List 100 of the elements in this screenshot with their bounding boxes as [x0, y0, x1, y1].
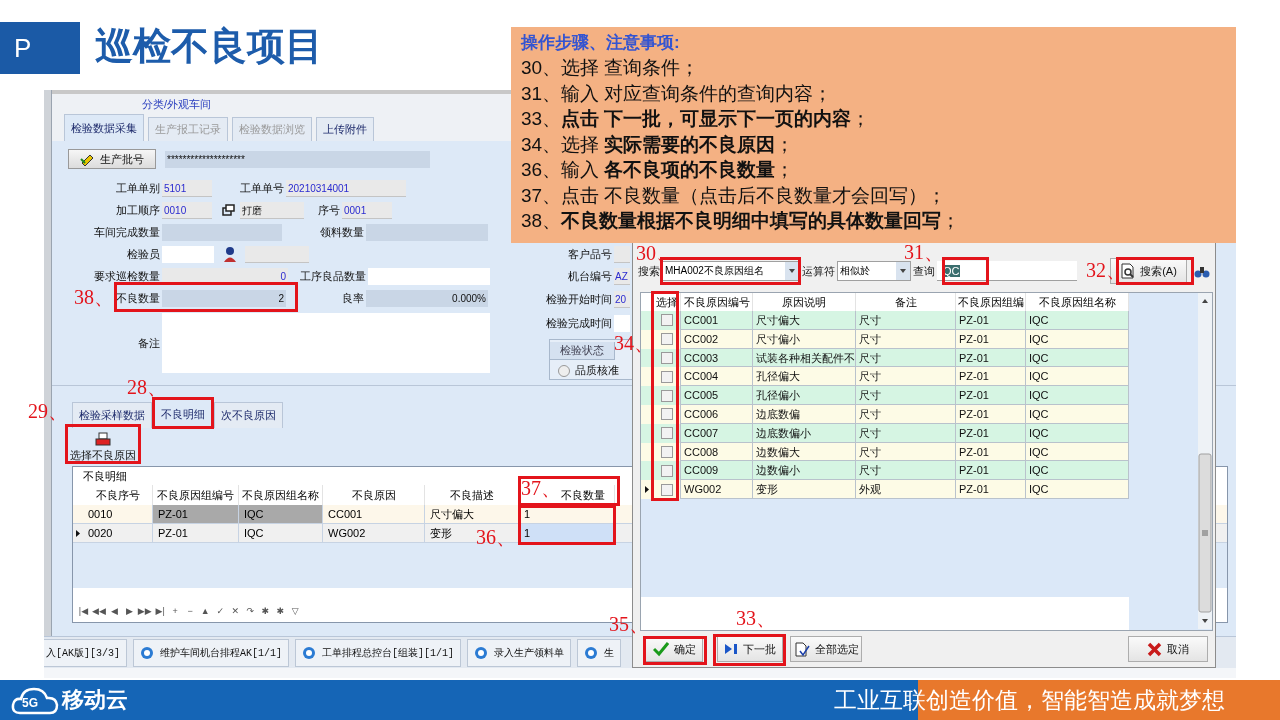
- logo-label: 5G: [22, 696, 38, 710]
- checkbox[interactable]: [660, 370, 673, 383]
- input-field[interactable]: 20210314001: [286, 179, 406, 197]
- input-field[interactable]: [368, 267, 490, 285]
- checkbox[interactable]: [660, 483, 673, 496]
- taskbar-button[interactable]: 生: [577, 638, 622, 667]
- navigator-button[interactable]: ↷: [243, 606, 257, 616]
- radio-button[interactable]: [558, 364, 570, 377]
- printer-icon: [95, 431, 111, 446]
- table-cell: IQC: [1026, 423, 1129, 443]
- highlight-frame: [942, 257, 989, 285]
- field-label: 检验开始时间: [546, 291, 612, 307]
- table-cell: 1: [519, 505, 615, 523]
- tab[interactable]: 上传附件: [316, 117, 374, 141]
- navigator-button[interactable]: +: [168, 606, 182, 616]
- input-field[interactable]: 2: [162, 289, 286, 307]
- note-line: 38、不良数量根据不良明细中填写的具体数量回写；: [521, 209, 962, 233]
- table-cell: PZ-01: [956, 480, 1026, 499]
- taskbar-button[interactable]: 维护车间机台排程AK[1/1]: [133, 638, 290, 667]
- navigator-button[interactable]: |◀: [77, 606, 90, 616]
- grid-caption: 不良明细: [82, 469, 127, 484]
- navigator-button[interactable]: ◀◀: [92, 606, 106, 616]
- navigator-button[interactable]: −: [183, 606, 197, 616]
- table-cell: CC001: [323, 505, 425, 523]
- table-cell: 边底数偏小: [753, 423, 856, 443]
- table-cell: PZ-01: [153, 505, 239, 523]
- table-cell: CC002: [681, 329, 753, 349]
- field-label: 检验员: [127, 246, 160, 262]
- field-label: 序号: [318, 202, 340, 218]
- table-cell: PZ-01: [956, 386, 1026, 405]
- checkbox[interactable]: [660, 352, 673, 364]
- checkbox[interactable]: [660, 333, 673, 346]
- window-icon[interactable]: [222, 204, 236, 216]
- taskbar-button[interactable]: 工单排程总控台[组装][1/1]: [295, 638, 462, 667]
- search-column-dropdown[interactable]: MHA002不良原因组名: [662, 261, 800, 281]
- input-field[interactable]: AZ: [614, 267, 630, 285]
- navigator-button[interactable]: ◀: [107, 606, 121, 616]
- table-cell: CC001: [681, 311, 753, 330]
- tab[interactable]: 检验数据采集: [64, 114, 144, 141]
- field-label: 车间完成数量: [94, 224, 160, 240]
- batch-number-button[interactable]: 生产批号: [68, 149, 156, 169]
- checkbox[interactable]: [660, 445, 673, 458]
- taskbar-button[interactable]: 入[AK版][3/3]: [44, 638, 127, 667]
- input-field[interactable]: ********************: [165, 150, 430, 168]
- input-field[interactable]: 0001: [342, 201, 392, 219]
- taskbar-button[interactable]: 录入生产领料单: [467, 638, 572, 667]
- navigator-button[interactable]: ✱: [258, 606, 272, 616]
- table-cell: 0020: [83, 524, 153, 542]
- binoculars-icon[interactable]: [1194, 264, 1210, 278]
- input-field[interactable]: 0010: [162, 201, 212, 219]
- input-field[interactable]: [614, 314, 630, 332]
- checkbox[interactable]: [660, 389, 673, 402]
- field-label: 加工顺序: [116, 202, 160, 218]
- navigator-button[interactable]: ✓: [213, 606, 227, 616]
- table-cell: 尺寸: [856, 405, 956, 424]
- table-cell: CC006: [681, 405, 753, 424]
- table-cell: 尺寸: [856, 329, 956, 349]
- highlight-frame: [152, 397, 214, 429]
- input-field[interactable]: [245, 245, 309, 263]
- navigator-button[interactable]: ✱: [273, 606, 287, 616]
- person-icon[interactable]: [222, 246, 238, 262]
- checkbox[interactable]: [660, 408, 673, 421]
- table-cell: PZ-01: [956, 311, 1026, 330]
- navigator-button[interactable]: ▶|: [153, 606, 167, 616]
- table-cell: 变形: [753, 480, 856, 499]
- navigator-button[interactable]: ▶▶: [137, 606, 152, 616]
- checkbox[interactable]: [660, 464, 673, 477]
- next-batch-button[interactable]: 下一批: [717, 636, 783, 663]
- select-all-button[interactable]: 全部选定: [790, 636, 862, 663]
- navigator-button[interactable]: ▲: [198, 606, 212, 616]
- table-cell: 尺寸偏大: [753, 311, 856, 330]
- navigator-button[interactable]: ▶: [122, 606, 136, 616]
- input-field[interactable]: 打磨: [240, 201, 304, 219]
- table-cell: WG002: [681, 480, 753, 499]
- input-field[interactable]: 20: [614, 290, 630, 308]
- step-number: 34、: [614, 333, 654, 353]
- skip-forward-icon: [724, 642, 738, 657]
- row-pointer-icon: [75, 528, 81, 538]
- input-field[interactable]: [162, 245, 214, 263]
- cancel-button[interactable]: 取消: [1128, 636, 1208, 663]
- input-field[interactable]: 5101: [162, 179, 212, 197]
- field-label: 搜索: [638, 263, 660, 279]
- field-label: 运算符: [802, 263, 835, 279]
- field-label: 工单单号: [240, 180, 284, 196]
- navigator-button[interactable]: ✕: [228, 606, 242, 616]
- navigator-button[interactable]: ▽: [288, 606, 302, 616]
- window-caption: 分类/外观车间: [142, 96, 212, 112]
- field-label: 工单单别: [116, 180, 160, 196]
- table-cell: 尺寸偏大: [425, 505, 519, 523]
- operator-dropdown[interactable]: 相似於: [837, 261, 911, 281]
- remarks-field[interactable]: [162, 313, 490, 373]
- tab[interactable]: 次不良原因: [214, 402, 283, 428]
- group-title: 检验状态: [550, 342, 615, 360]
- input-field[interactable]: [614, 245, 630, 263]
- checkbox[interactable]: [660, 314, 673, 327]
- field-label: 不良数量: [116, 290, 160, 306]
- checkbox[interactable]: [660, 427, 673, 440]
- input-field[interactable]: 0.000%: [366, 289, 488, 307]
- check-icon: [652, 641, 669, 658]
- scrollbar[interactable]: [1198, 293, 1212, 629]
